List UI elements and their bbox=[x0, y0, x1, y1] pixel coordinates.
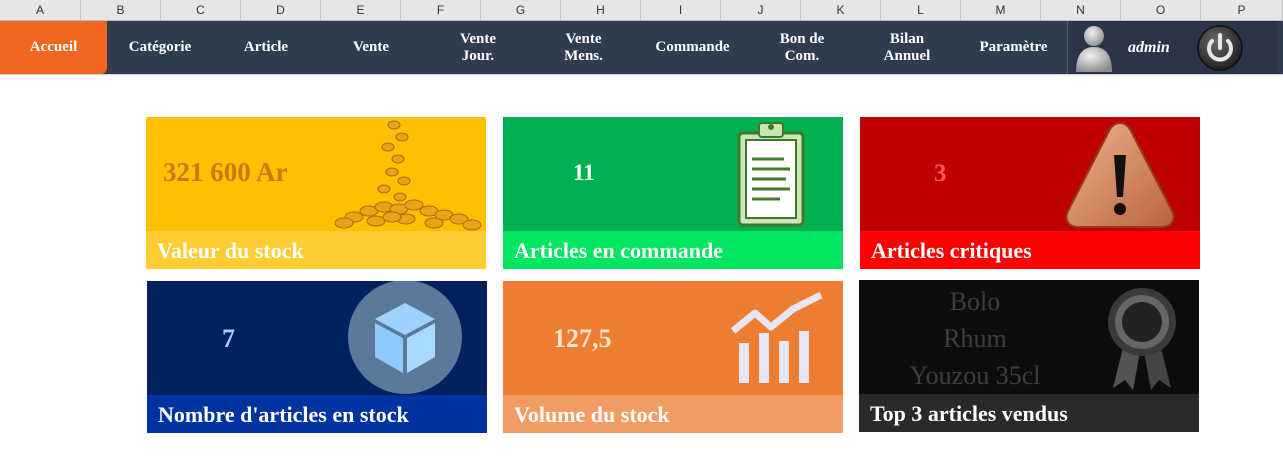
column-header-j[interactable]: J bbox=[721, 0, 801, 20]
tile-stock-value-caption: Valeur du stock bbox=[146, 231, 486, 269]
column-header-c[interactable]: C bbox=[161, 0, 241, 20]
top3-item-2: Rhum bbox=[943, 324, 1007, 353]
nav-accueil[interactable]: Accueil bbox=[0, 21, 107, 74]
nav-vente-mens[interactable]: Vente Mens. bbox=[533, 21, 634, 74]
cube-icon bbox=[348, 281, 462, 394]
clipboard-icon bbox=[737, 122, 805, 227]
nav-vente-jour-line1: Vente bbox=[459, 30, 497, 47]
nav-vente-jour-line2: Jour. bbox=[461, 47, 495, 64]
tile-top3-caption: Top 3 articles vendus bbox=[859, 394, 1199, 432]
bar-chart-icon bbox=[730, 291, 823, 383]
stock-value: 321 600 Ar bbox=[163, 157, 288, 187]
nav-parametre[interactable]: Paramètre bbox=[961, 21, 1066, 74]
volume-value: 127,5 bbox=[553, 324, 612, 353]
nav-categorie[interactable]: Catégorie bbox=[107, 21, 213, 74]
nav-vente-jour[interactable]: Vente Jour. bbox=[423, 21, 533, 74]
nav-commande-label: Commande bbox=[655, 39, 730, 55]
nav-categorie-label: Catégorie bbox=[128, 39, 192, 55]
tile-orders[interactable]: 11 Articles en commande bbox=[503, 117, 843, 269]
user-name: admin bbox=[1128, 39, 1170, 56]
nav-vente-mens-line2: Mens. bbox=[564, 47, 603, 64]
user-avatar-icon[interactable] bbox=[1072, 23, 1118, 73]
critical-count: 3 bbox=[934, 160, 947, 187]
column-header-g[interactable]: G bbox=[481, 0, 561, 20]
column-header-o[interactable]: O bbox=[1121, 0, 1201, 20]
nav-accueil-label: Accueil bbox=[29, 39, 78, 55]
nav-divider bbox=[0, 74, 1283, 75]
orders-count: 11 bbox=[573, 160, 595, 185]
top3-item-1: Bolo bbox=[949, 287, 1001, 316]
column-header-d[interactable]: D bbox=[241, 0, 321, 20]
column-header-k[interactable]: K bbox=[801, 0, 881, 20]
gold-coins-icon bbox=[334, 120, 482, 231]
in-stock-count: 7 bbox=[222, 324, 235, 353]
nav-article[interactable]: Article bbox=[213, 21, 319, 74]
nav-parametre-label: Paramètre bbox=[979, 39, 1048, 55]
top3-list: Bolo Rhum Youzou 35cl bbox=[859, 283, 1091, 394]
column-header-h[interactable]: H bbox=[561, 0, 641, 20]
column-header-b[interactable]: B bbox=[81, 0, 161, 20]
award-ribbon-icon bbox=[1108, 288, 1176, 390]
column-header-row: A B C D E F G H I J K L M N O P bbox=[0, 0, 1283, 21]
tile-in-stock-caption: Nombre d'articles en stock bbox=[147, 395, 487, 433]
tile-critical[interactable]: 3 Articles critiques bbox=[860, 117, 1200, 269]
tile-in-stock[interactable]: 7 Nombre d'articles en stock bbox=[147, 281, 487, 433]
tile-volume-caption: Volume du stock bbox=[503, 395, 843, 433]
column-header-f[interactable]: F bbox=[401, 0, 481, 20]
nav-bilan-annuel-line2: Annuel bbox=[883, 47, 931, 64]
column-header-n[interactable]: N bbox=[1041, 0, 1121, 20]
column-header-i[interactable]: I bbox=[641, 0, 721, 20]
tile-top3[interactable]: Bolo Rhum Youzou 35cl Top 3 articles ven… bbox=[859, 280, 1199, 432]
nav-bilan-annuel[interactable]: Bilan Annuel bbox=[853, 21, 961, 74]
power-icon[interactable] bbox=[1196, 24, 1244, 72]
nav-bon-de-commande[interactable]: Bon de Com. bbox=[751, 21, 853, 74]
tile-orders-caption: Articles en commande bbox=[503, 231, 843, 269]
top3-item-3: Youzou 35cl bbox=[909, 361, 1041, 390]
tile-critical-caption: Articles critiques bbox=[860, 231, 1200, 269]
nav-bon-de-commande-line1: Bon de bbox=[779, 30, 825, 47]
warning-icon bbox=[1065, 121, 1175, 228]
column-header-p[interactable]: P bbox=[1201, 0, 1283, 20]
column-header-m[interactable]: M bbox=[961, 0, 1041, 20]
tile-volume[interactable]: 127,5 Volume du stock bbox=[503, 281, 843, 433]
column-header-l[interactable]: L bbox=[881, 0, 961, 20]
nav-vente[interactable]: Vente bbox=[319, 21, 423, 74]
nav-article-label: Article bbox=[243, 39, 289, 55]
column-header-a[interactable]: A bbox=[0, 0, 81, 20]
tile-stock-value[interactable]: 321 600 Ar Valeur du stock bbox=[146, 117, 486, 269]
column-header-e[interactable]: E bbox=[321, 0, 401, 20]
user-area: admin bbox=[1067, 21, 1278, 74]
nav-vente-mens-line1: Vente bbox=[565, 30, 602, 47]
nav-commande[interactable]: Commande bbox=[634, 21, 751, 74]
nav-vente-label: Vente bbox=[352, 39, 390, 55]
nav-bon-de-commande-line2: Com. bbox=[784, 47, 820, 64]
nav-bilan-annuel-line1: Bilan bbox=[889, 30, 925, 47]
